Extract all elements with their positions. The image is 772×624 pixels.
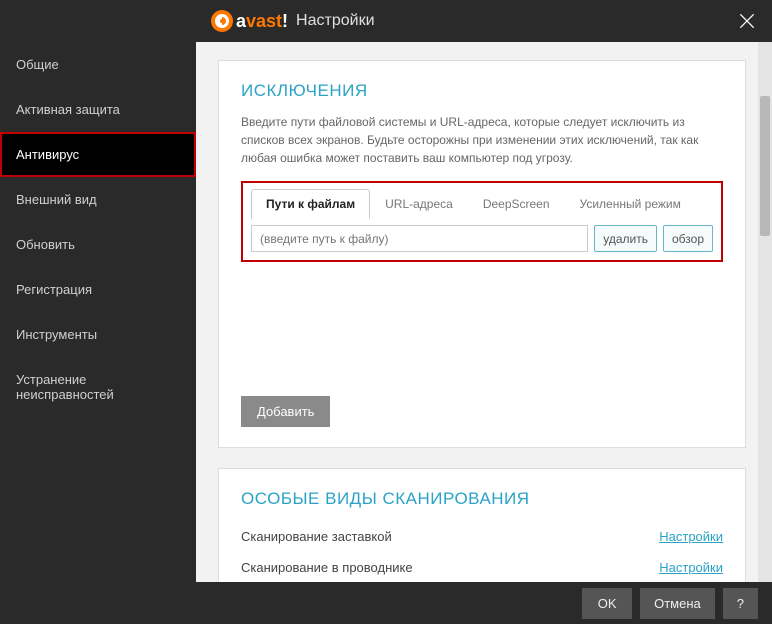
- sidebar: Общие Активная защита Антивирус Внешний …: [0, 42, 196, 582]
- avast-logo-icon: [210, 9, 234, 33]
- exclusions-panel: ИСКЛЮЧЕНИЯ Введите пути файловой системы…: [218, 60, 746, 448]
- exclusions-tabs: Пути к файлам URL-адреса DeepScreen Усил…: [251, 189, 713, 219]
- path-input[interactable]: [251, 225, 588, 252]
- scrollbar[interactable]: [758, 42, 772, 582]
- sidebar-item-antivirus[interactable]: Антивирус: [0, 132, 196, 177]
- exclusions-description: Введите пути файловой системы и URL-адре…: [241, 113, 723, 167]
- add-button[interactable]: Добавить: [241, 396, 330, 427]
- scan-label: Сканирование в проводнике: [241, 560, 413, 575]
- sidebar-item-update[interactable]: Обновить: [0, 222, 196, 267]
- tab-hardened-mode[interactable]: Усиленный режим: [565, 189, 696, 219]
- ok-button[interactable]: OK: [582, 588, 632, 619]
- exclusions-tabs-box: Пути к файлам URL-адреса DeepScreen Усил…: [241, 181, 723, 262]
- sidebar-item-registration[interactable]: Регистрация: [0, 267, 196, 312]
- scan-label: Сканирование заставкой: [241, 529, 392, 544]
- exclusions-list-area: [241, 276, 723, 396]
- app-logo: avast! Настройки: [210, 9, 375, 33]
- browse-button[interactable]: обзор: [663, 225, 713, 252]
- sidebar-item-active-protection[interactable]: Активная защита: [0, 87, 196, 132]
- help-button[interactable]: ?: [723, 588, 758, 619]
- scan-settings-link[interactable]: Настройки: [659, 529, 723, 544]
- content-area: ИСКЛЮЧЕНИЯ Введите пути файловой системы…: [196, 42, 772, 582]
- close-button[interactable]: [732, 6, 762, 36]
- tab-file-paths[interactable]: Пути к файлам: [251, 189, 370, 219]
- scan-row-explorer: Сканирование в проводнике Настройки: [241, 552, 723, 582]
- cancel-button[interactable]: Отмена: [640, 588, 715, 619]
- exclusions-title: ИСКЛЮЧЕНИЯ: [241, 81, 723, 101]
- tab-deepscreen[interactable]: DeepScreen: [468, 189, 565, 219]
- logo-text: avast!: [236, 11, 288, 32]
- scan-row-screensaver: Сканирование заставкой Настройки: [241, 521, 723, 552]
- special-scans-title: ОСОБЫЕ ВИДЫ СКАНИРОВАНИЯ: [241, 489, 723, 509]
- title-bar: avast! Настройки: [0, 0, 772, 42]
- sidebar-item-troubleshooting[interactable]: Устранение неисправностей: [0, 357, 196, 417]
- footer: OK Отмена ?: [0, 582, 772, 624]
- sidebar-item-tools[interactable]: Инструменты: [0, 312, 196, 357]
- special-scans-panel: ОСОБЫЕ ВИДЫ СКАНИРОВАНИЯ Сканирование за…: [218, 468, 746, 582]
- close-icon: [737, 11, 757, 31]
- scan-settings-link[interactable]: Настройки: [659, 560, 723, 575]
- delete-button[interactable]: удалить: [594, 225, 657, 252]
- sidebar-item-general[interactable]: Общие: [0, 42, 196, 87]
- tab-url-addresses[interactable]: URL-адреса: [370, 189, 468, 219]
- scrollbar-thumb[interactable]: [760, 96, 770, 236]
- window-title: Настройки: [296, 12, 374, 30]
- sidebar-item-appearance[interactable]: Внешний вид: [0, 177, 196, 222]
